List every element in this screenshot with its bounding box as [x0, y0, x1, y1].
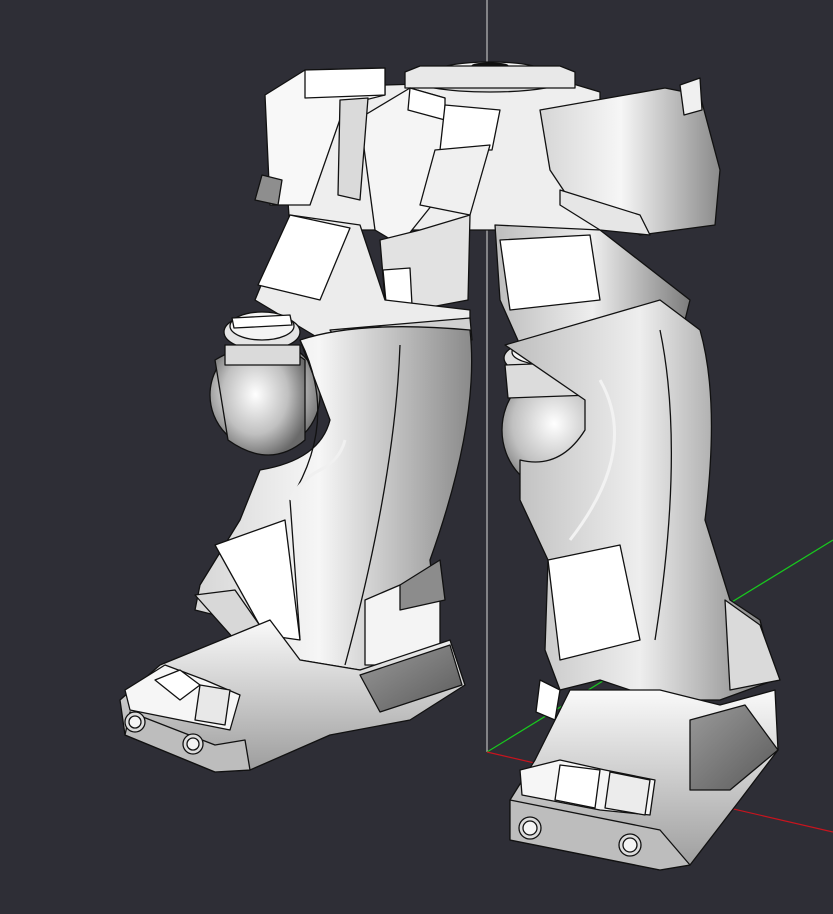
- robot-legs-model[interactable]: [119, 61, 781, 871]
- 3d-viewport[interactable]: [0, 0, 833, 914]
- viewport-canvas[interactable]: [0, 0, 833, 914]
- right-shin[interactable]: [504, 299, 781, 721]
- left-knee[interactable]: [209, 311, 321, 456]
